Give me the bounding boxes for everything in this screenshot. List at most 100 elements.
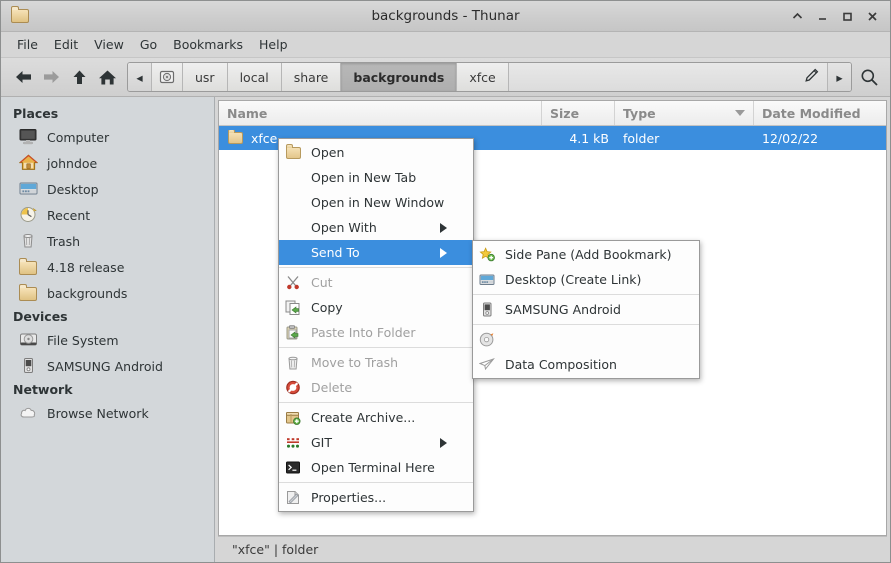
chevron-right-icon [440, 437, 463, 448]
column-header-type-label: Type [623, 105, 656, 121]
context-menu-item-git[interactable]: GIT [279, 430, 473, 455]
pathbar-item-backgrounds[interactable]: backgrounds [341, 63, 458, 91]
menu-help[interactable]: Help [251, 34, 296, 55]
menu-go[interactable]: Go [132, 34, 165, 55]
up-button[interactable] [65, 63, 93, 91]
context-menu-item-delete[interactable]: Delete [279, 375, 473, 400]
context-menu-item-move-to-trash[interactable]: Move to Trash [279, 350, 473, 375]
sidebar-group-places: Places [13, 106, 59, 121]
disc-icon [479, 332, 497, 348]
submenu-item-side-pane-add-bookmark[interactable]: Side Pane (Add Bookmark) [473, 242, 699, 267]
column-header-size[interactable]: Size [542, 101, 615, 125]
maximize-button[interactable] [840, 9, 855, 24]
chevron-right-icon [440, 222, 463, 233]
pathbar-item-share[interactable]: share [281, 63, 342, 91]
pathbar-item-usr[interactable]: usr [183, 63, 228, 91]
sidebar-item-johndoe[interactable]: johndoe [1, 150, 214, 176]
folder-icon [19, 284, 39, 302]
context-menu: Open Open in New Tab Open in New Window … [278, 138, 474, 512]
sidebar-item-recent[interactable]: Recent [1, 202, 214, 228]
pathbar-scroll-right[interactable]: ▸ [827, 63, 851, 91]
context-menu-item-open-with[interactable]: Open With [279, 215, 473, 240]
window-controls [790, 9, 884, 24]
menu-item-label: GIT [311, 435, 333, 450]
app-folder-icon [11, 6, 33, 26]
properties-icon [285, 490, 303, 506]
archive-icon [285, 410, 303, 426]
phone-icon [19, 357, 39, 375]
sidebar-item-file-system[interactable]: File System [1, 327, 214, 353]
pathbar-item-xfce[interactable]: xfce [457, 63, 509, 91]
menu-item-label: Copy [311, 300, 343, 315]
sidebar-item-backgrounds[interactable]: backgrounds [1, 280, 214, 306]
menu-separator [473, 294, 699, 295]
submenu-item-data-composition[interactable] [473, 327, 699, 352]
context-menu-item-paste-into-folder[interactable]: Paste Into Folder [279, 320, 473, 345]
sidebar-item-samsung-android[interactable]: SAMSUNG Android [1, 353, 214, 379]
column-header-date-modified[interactable]: Date Modified [754, 101, 886, 125]
submenu-item-samsung-android[interactable]: SAMSUNG Android [473, 297, 699, 322]
search-icon[interactable] [856, 63, 882, 91]
menu-edit[interactable]: Edit [46, 34, 86, 55]
menu-view[interactable]: View [86, 34, 132, 55]
context-menu-item-cut[interactable]: Cut [279, 270, 473, 295]
menu-separator [473, 324, 699, 325]
sidebar-item-418-release[interactable]: 4.18 release [1, 254, 214, 280]
pathbar-edit-pencil-icon[interactable] [804, 68, 819, 86]
menu-item-label: Open [311, 145, 345, 160]
minimize-button[interactable] [815, 9, 830, 24]
sort-descending-icon [735, 110, 745, 116]
sidebar-item-computer[interactable]: Computer [1, 124, 214, 150]
submenu-item-desktop-create-link[interactable]: Desktop (Create Link) [473, 267, 699, 292]
copy-icon [285, 300, 303, 316]
context-menu-item-open[interactable]: Open [279, 140, 473, 165]
context-menu-item-properties[interactable]: Properties... [279, 485, 473, 510]
column-header-type[interactable]: Type [615, 101, 754, 125]
pathbar-scroll-left[interactable]: ◂ [128, 63, 152, 91]
submenu-item-mail-recipient[interactable]: Data Composition [473, 352, 699, 377]
blank-icon [285, 170, 303, 186]
context-menu-item-create-archive[interactable]: Create Archive... [279, 405, 473, 430]
places-sidebar: Places Computer johndoe Desktop Recent T… [1, 97, 215, 562]
window-title: backgrounds - Thunar [371, 8, 520, 24]
menu-item-label: Delete [311, 380, 353, 395]
scissors-icon [285, 275, 303, 291]
sidebar-item-label: File System [47, 332, 119, 348]
chevron-right-icon [440, 247, 463, 258]
folder-icon [285, 143, 303, 161]
send-to-submenu: Side Pane (Add Bookmark) Desktop (Create… [472, 240, 700, 379]
blank-icon [285, 245, 303, 261]
sidebar-group-devices: Devices [13, 309, 68, 324]
forward-button[interactable] [37, 63, 65, 91]
context-menu-item-open-in-new-tab[interactable]: Open in New Tab [279, 165, 473, 190]
cell-type: folder [623, 130, 660, 146]
shade-button[interactable] [790, 9, 805, 24]
column-headers: Name Size Type Date Modified [219, 101, 886, 126]
sidebar-item-trash[interactable]: Trash [1, 228, 214, 254]
sidebar-item-desktop[interactable]: Desktop [1, 176, 214, 202]
pathbar-device-icon[interactable] [152, 63, 183, 91]
menu-item-label: Send To [311, 245, 360, 260]
paste-icon [285, 324, 303, 341]
harddisk-icon [19, 331, 39, 349]
menu-separator [279, 402, 473, 403]
menu-item-label: Data Composition [505, 357, 617, 372]
phone-icon [479, 302, 497, 318]
context-menu-item-open-terminal-here[interactable]: Open Terminal Here [279, 455, 473, 480]
pathbar-empty-area[interactable] [508, 63, 827, 91]
context-menu-item-send-to[interactable]: Send To [279, 240, 473, 265]
status-bar: "xfce" | folder [218, 536, 887, 562]
context-menu-item-open-in-new-window[interactable]: Open in New Window [279, 190, 473, 215]
file-name-text: xfce [251, 130, 278, 146]
blank-icon [285, 220, 303, 236]
folder-icon [227, 130, 245, 146]
menu-file[interactable]: File [9, 34, 46, 55]
close-button[interactable] [865, 9, 880, 24]
back-button[interactable] [9, 63, 37, 91]
menu-bookmarks[interactable]: Bookmarks [165, 34, 251, 55]
home-button[interactable] [93, 63, 121, 91]
context-menu-item-copy[interactable]: Copy [279, 295, 473, 320]
pathbar-item-local[interactable]: local [227, 63, 282, 91]
sidebar-item-browse-network[interactable]: Browse Network [1, 400, 214, 426]
column-header-name[interactable]: Name [219, 101, 542, 125]
